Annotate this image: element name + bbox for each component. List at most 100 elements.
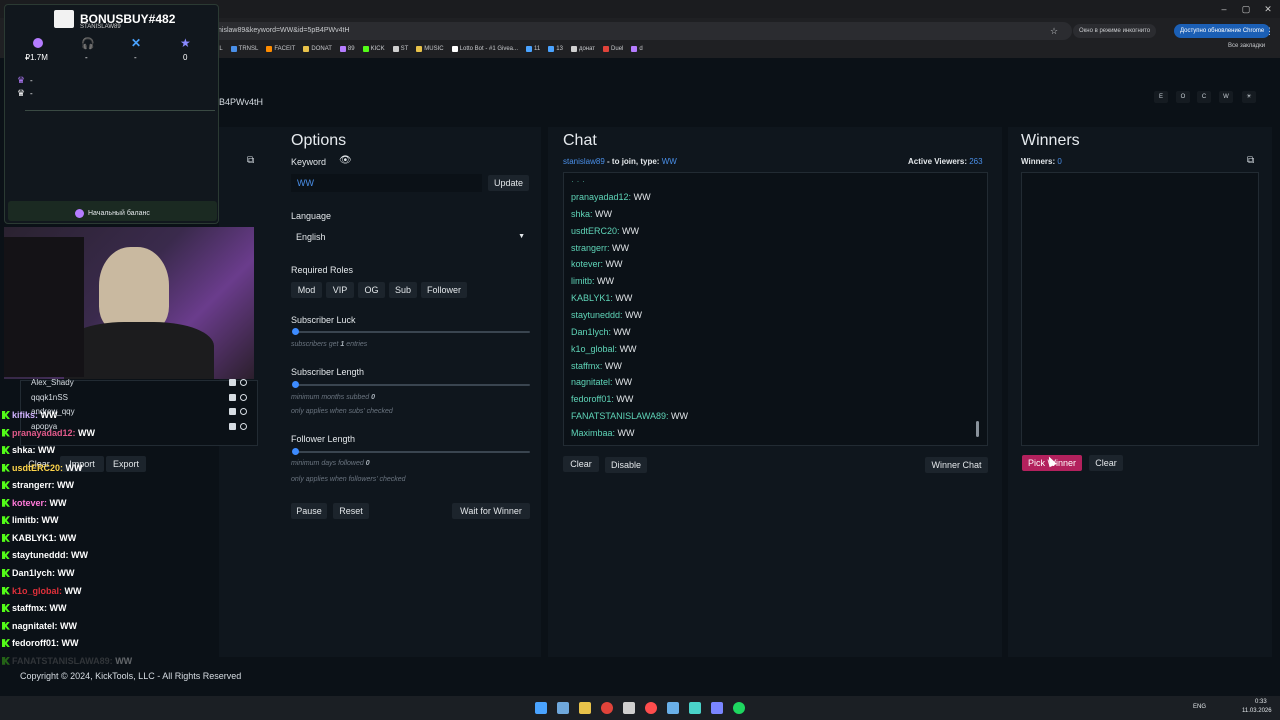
bookmark-item[interactable]: 13: [548, 46, 563, 52]
chat-clear-button[interactable]: Clear: [563, 456, 599, 472]
bookmark-item[interactable]: Lotto Bot - #1 Givea...: [451, 46, 518, 52]
spotify-icon[interactable]: [733, 702, 745, 714]
chat-disable-button[interactable]: Disable: [605, 457, 647, 473]
corner-button[interactable]: E: [1154, 91, 1168, 103]
chrome-icon[interactable]: [601, 702, 613, 714]
bookmark-favicon-icon: [392, 46, 399, 52]
corner-button[interactable]: ☀: [1242, 91, 1256, 103]
streamer-head: [99, 247, 169, 332]
block-icon[interactable]: [240, 393, 247, 401]
chat-username[interactable]: KABLYK1:: [571, 293, 613, 303]
checkbox-icon[interactable]: [229, 393, 236, 401]
chat-username[interactable]: usdtERC20:: [571, 226, 620, 236]
bookmark-item[interactable]: d: [631, 46, 643, 52]
checkbox-icon[interactable]: [229, 422, 236, 430]
keyword-label: Keyword: [291, 157, 327, 167]
winner-chat-button[interactable]: Winner Chat: [925, 457, 988, 473]
chat-username[interactable]: Maximbaa:: [571, 428, 615, 438]
role-og-button[interactable]: OG: [358, 282, 385, 298]
obs-icon[interactable]: [645, 702, 657, 714]
menu-dots-icon[interactable]: ⋮: [1265, 26, 1274, 37]
file-explorer-icon[interactable]: [579, 702, 591, 714]
sub-length-slider[interactable]: [294, 384, 530, 386]
role-mod-button[interactable]: Mod: [291, 282, 322, 298]
overlay-chat-user: fedoroff01:: [12, 638, 59, 649]
maximize-button[interactable]: ▢: [1236, 3, 1256, 15]
copy-winners-icon[interactable]: ⧉: [1247, 155, 1254, 166]
language-select[interactable]: English ▼: [291, 228, 530, 246]
chat-scrollbar[interactable]: [976, 421, 979, 437]
star-icon[interactable]: ☆: [1050, 26, 1058, 37]
follower-length-label: Follower Length: [291, 434, 356, 444]
language-indicator[interactable]: ENG: [1193, 704, 1206, 710]
bookmark-item[interactable]: ST: [392, 46, 408, 52]
bookmark-item[interactable]: 89: [339, 46, 355, 52]
bookmark-item[interactable]: DONAT: [303, 46, 332, 52]
steam-icon[interactable]: [667, 702, 679, 714]
reset-button[interactable]: Reset: [333, 503, 369, 519]
block-icon[interactable]: [240, 422, 247, 430]
bookmark-item[interactable]: MUSIC: [416, 46, 444, 52]
clock-time[interactable]: 0:33: [1255, 699, 1267, 705]
role-sub-button[interactable]: Sub: [389, 282, 417, 298]
wait-for-winner-button[interactable]: Wait for Winner: [452, 503, 530, 519]
export-button[interactable]: Export: [106, 456, 146, 472]
chat-username[interactable]: staffmx:: [571, 361, 602, 371]
chat-username[interactable]: staytuneddd:: [571, 310, 623, 320]
headphones-icon: 🎧: [81, 38, 95, 50]
winners-clear-button[interactable]: Clear: [1089, 455, 1123, 471]
gallery-icon[interactable]: [557, 702, 569, 714]
app-icon[interactable]: [689, 702, 701, 714]
chat-username[interactable]: Dan1lych:: [571, 327, 611, 337]
follower-length-slider[interactable]: [294, 451, 530, 453]
chat-username[interactable]: kotever:: [571, 259, 603, 269]
chat-text: WW: [617, 427, 635, 438]
all-bookmarks[interactable]: Все закладки: [1228, 43, 1265, 49]
notepad-icon[interactable]: [623, 702, 635, 714]
address-bar[interactable]: nislaw89&keyword=WW&id=5pB4PWv4tH: [196, 22, 1072, 40]
corner-button[interactable]: C: [1197, 91, 1211, 103]
sub-length-knob[interactable]: [292, 381, 299, 388]
clock-date[interactable]: 11.03.2026: [1242, 708, 1272, 714]
block-icon[interactable]: [240, 379, 247, 386]
chat-username[interactable]: fedoroff01:: [571, 394, 614, 404]
chat-username[interactable]: shka:: [571, 209, 593, 219]
chat-username[interactable]: limitb:: [571, 276, 595, 286]
eye-icon[interactable]: 👁: [339, 155, 352, 166]
chrome-update-button[interactable]: Доступно обновление Chrome: [1174, 24, 1271, 38]
keyword-input[interactable]: WW: [291, 174, 482, 192]
bookmark-item[interactable]: KICK: [362, 46, 385, 52]
chat-username[interactable]: strangerr:: [571, 243, 610, 253]
start-icon[interactable]: [535, 702, 547, 714]
pause-button[interactable]: Pause: [291, 503, 327, 519]
corner-button[interactable]: O: [1176, 91, 1190, 103]
chat-username[interactable]: nagnitatel:: [571, 377, 613, 387]
bookmark-item[interactable]: донат: [570, 46, 595, 52]
sub-luck-knob[interactable]: [292, 328, 299, 335]
minimize-button[interactable]: –: [1214, 3, 1234, 15]
incognito-badge[interactable]: Окно в режиме инкогнито: [1073, 24, 1157, 38]
checkbox-icon[interactable]: [229, 408, 236, 416]
checkbox-icon[interactable]: [229, 379, 236, 386]
role-vip-button[interactable]: VIP: [326, 282, 354, 298]
sub-luck-slider[interactable]: [294, 331, 530, 333]
chat-username[interactable]: k1o_global:: [571, 344, 617, 354]
update-button[interactable]: Update: [488, 175, 529, 191]
bookmark-item[interactable]: 11: [526, 46, 540, 52]
chair-back: [4, 237, 84, 377]
follower-length-knob[interactable]: [292, 448, 299, 455]
chat-username[interactable]: pranayadad12:: [571, 192, 631, 202]
chat-username[interactable]: FANATSTANISLAWA89:: [571, 411, 669, 421]
chat-log[interactable]: · · · pranayadad12: WW shka: WW usdtERC20: …: [563, 172, 988, 446]
bookmark-item[interactable]: Duel: [603, 46, 623, 52]
bookmark-item[interactable]: TRNSL: [230, 46, 258, 52]
bookmark-item[interactable]: FACEIT: [266, 46, 295, 52]
discord-icon[interactable]: [711, 702, 723, 714]
close-window-button[interactable]: ✕: [1258, 3, 1278, 15]
update-chrome-label: Доступно обновление Chrome: [1180, 28, 1265, 34]
viewers-label: Active Viewers:: [908, 157, 967, 166]
copy-icon[interactable]: ⧉: [247, 155, 254, 166]
role-follower-button[interactable]: Follower: [421, 282, 467, 298]
language-label: Language: [291, 211, 332, 221]
corner-button[interactable]: W: [1219, 91, 1233, 103]
